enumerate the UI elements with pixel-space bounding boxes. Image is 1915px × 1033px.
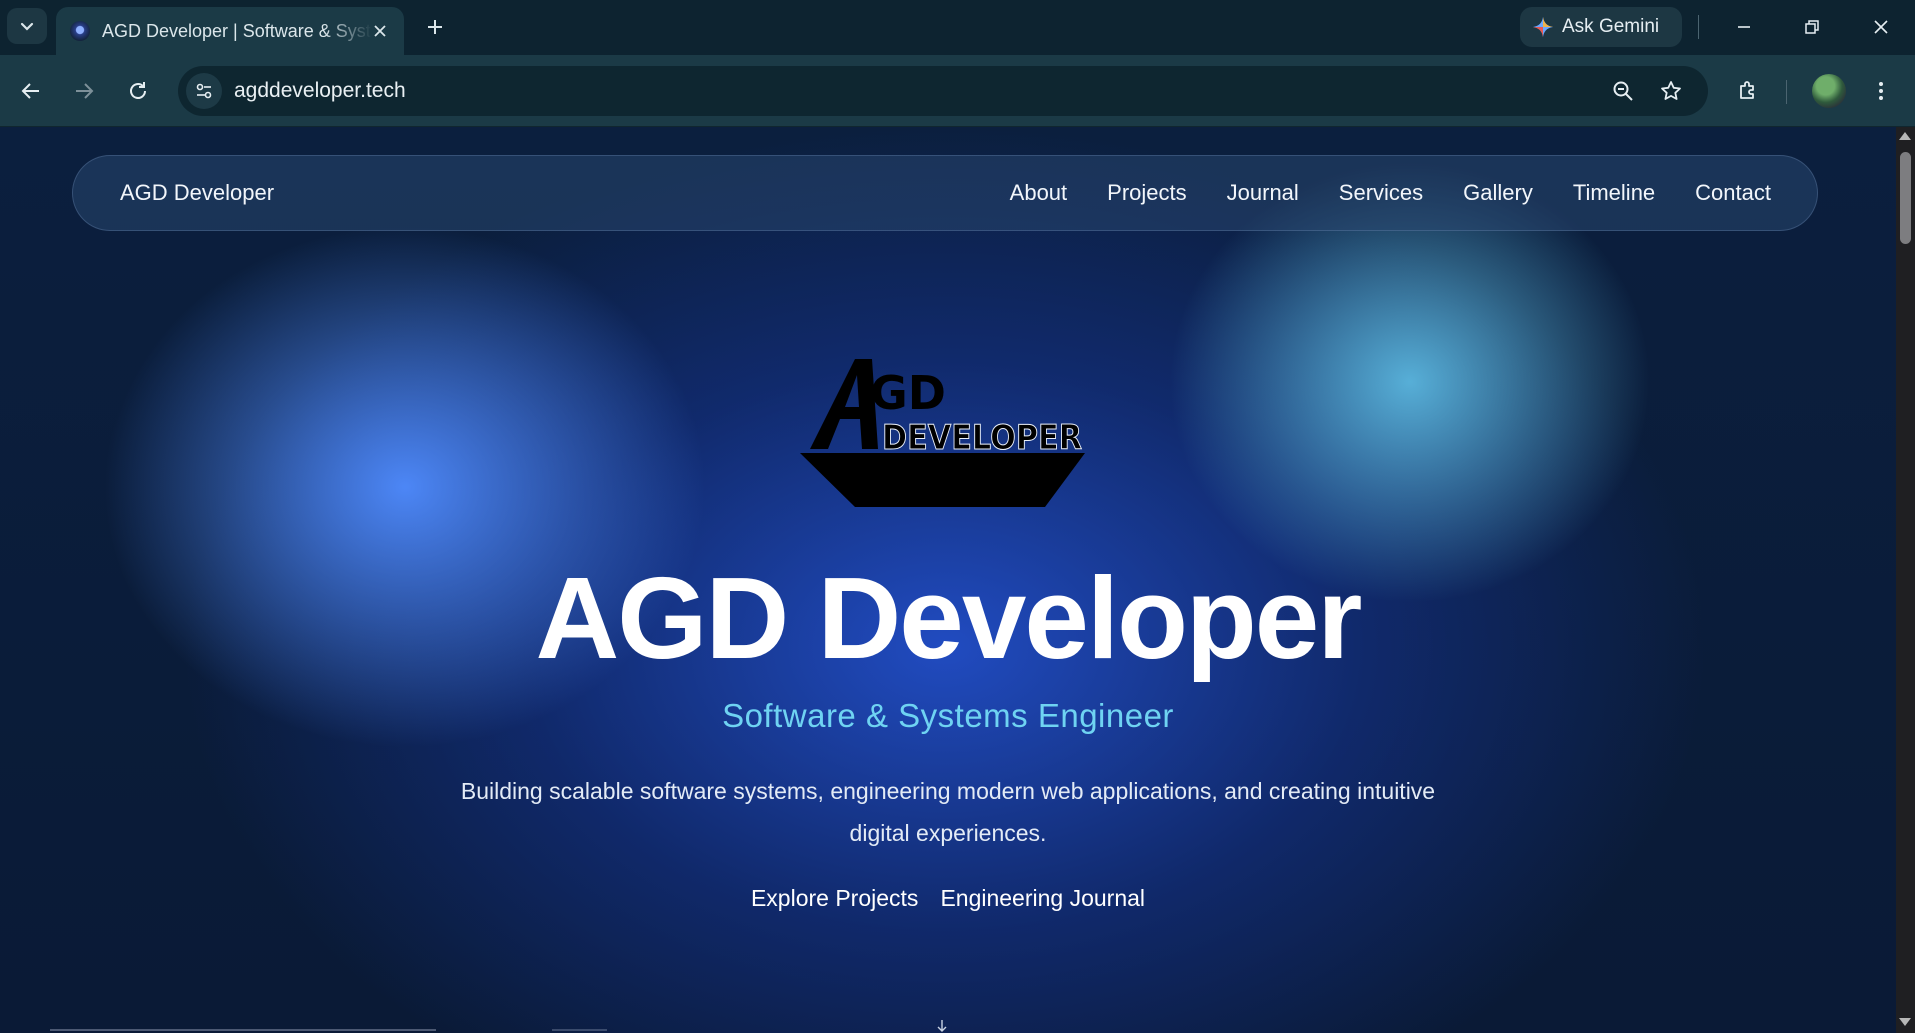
minimize-button[interactable]	[1721, 8, 1767, 46]
arrow-right-icon	[76, 83, 94, 99]
forward-button[interactable]	[66, 73, 102, 109]
hero-cta-row: Explore Projects Engineering Journal	[0, 885, 1896, 912]
divider	[552, 1029, 607, 1031]
agd-developer-logo: GD DEVELOPER	[800, 359, 1085, 507]
divider	[50, 1029, 436, 1031]
restore-icon	[1805, 20, 1819, 34]
hero-subtitle: Software & Systems Engineer	[722, 697, 1174, 734]
reload-button[interactable]	[120, 73, 156, 109]
logo-developer-text: DEVELOPER	[882, 418, 1082, 458]
gemini-sparkle-icon	[1533, 17, 1553, 37]
nav-link-about[interactable]: About	[1010, 180, 1068, 206]
plus-icon	[428, 20, 442, 34]
site-info-button[interactable]	[186, 73, 222, 109]
reload-icon	[130, 82, 146, 99]
scroll-down-arrow-icon[interactable]	[1899, 1018, 1911, 1026]
address-bar[interactable]: agddeveloper.tech	[178, 66, 1708, 116]
profile-avatar[interactable]	[1812, 74, 1846, 108]
nav-link-contact[interactable]: Contact	[1695, 180, 1771, 206]
scrollbar-thumb[interactable]	[1900, 152, 1911, 244]
extensions-button[interactable]	[1729, 72, 1767, 110]
tab-title: AGD Developer | Software & Systems Engin…	[102, 20, 372, 41]
nav-link-projects[interactable]: Projects	[1107, 180, 1186, 206]
restore-button[interactable]	[1789, 8, 1835, 46]
site-navbar: AGD Developer About Projects Journal Ser…	[72, 155, 1818, 231]
url-text[interactable]: agddeveloper.tech	[234, 79, 406, 103]
puzzle-icon	[1740, 81, 1754, 99]
browser-toolbar: agddeveloper.tech	[0, 55, 1915, 127]
nav-link-journal[interactable]: Journal	[1227, 180, 1299, 206]
close-icon	[374, 25, 386, 37]
back-button[interactable]	[13, 73, 49, 109]
engineering-journal-button[interactable]: Engineering Journal	[940, 885, 1145, 912]
nav-link-timeline[interactable]: Timeline	[1573, 180, 1655, 206]
divider	[1786, 80, 1787, 104]
explore-projects-button[interactable]: Explore Projects	[751, 885, 918, 912]
menu-button[interactable]	[1862, 72, 1900, 110]
scroll-up-arrow-icon[interactable]	[1899, 132, 1911, 140]
zoom-button[interactable]	[1608, 76, 1638, 106]
star-icon	[1661, 81, 1681, 100]
site-brand[interactable]: AGD Developer	[120, 180, 274, 206]
scroll-down-icon[interactable]	[935, 1019, 949, 1033]
web-page: AGD Developer About Projects Journal Ser…	[0, 127, 1896, 1033]
hero-title: AGD Developer	[535, 553, 1363, 683]
vertical-scrollbar[interactable]	[1896, 127, 1915, 1033]
minimize-icon	[1738, 26, 1750, 28]
logo-gd-text: GD	[870, 366, 946, 420]
more-vert-icon	[1879, 82, 1883, 100]
nav-link-services[interactable]: Services	[1339, 180, 1423, 206]
divider	[1698, 15, 1699, 39]
nav-link-gallery[interactable]: Gallery	[1463, 180, 1533, 206]
active-tab[interactable]: AGD Developer | Software & Systems Engin…	[56, 7, 404, 55]
tab-search-button[interactable]	[7, 8, 47, 44]
zoom-out-icon	[1613, 81, 1633, 101]
ask-gemini-label: Ask Gemini	[1562, 16, 1660, 37]
close-icon	[1874, 20, 1888, 34]
nav-links: About Projects Journal Services Gallery …	[1010, 180, 1771, 206]
new-tab-button[interactable]	[420, 12, 450, 42]
hero-description: Building scalable software systems, engi…	[460, 778, 1436, 846]
close-window-button[interactable]	[1858, 8, 1904, 46]
tune-icon	[196, 83, 212, 99]
arrow-left-icon	[21, 83, 39, 99]
site-favicon-icon	[70, 21, 90, 41]
chevron-down-icon	[20, 22, 34, 31]
ask-gemini-button[interactable]: Ask Gemini	[1520, 7, 1682, 47]
browser-tab-strip: AGD Developer | Software & Systems Engin…	[0, 0, 1915, 55]
bookmark-button[interactable]	[1656, 76, 1686, 106]
tab-close-button[interactable]	[370, 21, 390, 41]
